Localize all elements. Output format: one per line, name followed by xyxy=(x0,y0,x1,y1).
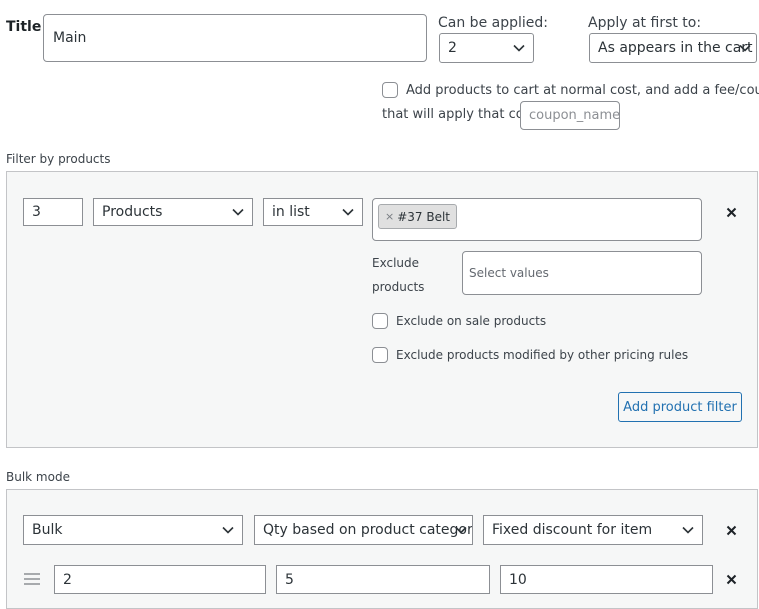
filter-method-select[interactable]: in list xyxy=(263,198,363,226)
chevron-down-icon xyxy=(222,526,234,534)
remove-filter-close-icon[interactable] xyxy=(726,207,737,218)
range-to-input[interactable]: 5 xyxy=(276,565,490,594)
title-label: Title xyxy=(6,19,42,35)
can-be-applied-value: 2 xyxy=(448,40,457,56)
chevron-down-icon xyxy=(739,44,751,52)
tag-label: #37 Belt xyxy=(397,209,451,224)
bulk-mode-value: Bulk xyxy=(32,522,63,538)
filter-products-heading: Filter by products xyxy=(6,152,111,166)
can-be-applied-label: Can be applied: xyxy=(438,15,548,31)
range-from-input[interactable]: 2 xyxy=(54,565,266,594)
qty-based-value: Qty based on product categor xyxy=(263,522,473,538)
filter-qty-input[interactable]: 3 xyxy=(23,198,83,226)
apply-first-select[interactable]: As appears in the cart xyxy=(589,33,757,63)
exclude-on-sale-checkbox[interactable] xyxy=(372,313,388,329)
normal-cost-checkbox[interactable] xyxy=(382,82,398,98)
coupon-name-placeholder: coupon_name xyxy=(529,108,620,123)
normal-cost-label-line1: Add products to cart at normal cost, and… xyxy=(406,83,759,98)
bulk-mode-select[interactable]: Bulk xyxy=(23,515,243,545)
exclude-products-placeholder: Select values xyxy=(469,266,549,280)
filter-type-value: Products xyxy=(102,204,163,220)
exclude-on-sale-label: Exclude on sale products xyxy=(396,314,547,328)
add-product-filter-label: Add product filter xyxy=(623,399,737,415)
product-multiselect[interactable]: × #37 Belt xyxy=(372,198,702,241)
chevron-down-icon xyxy=(682,526,694,534)
coupon-name-input[interactable]: coupon_name xyxy=(520,101,620,130)
chevron-down-icon xyxy=(232,208,244,216)
discount-type-select[interactable]: Fixed discount for item xyxy=(483,515,703,545)
add-product-filter-button[interactable]: Add product filter xyxy=(618,392,742,422)
chevron-down-icon xyxy=(455,526,467,534)
filter-method-value: in list xyxy=(272,204,310,220)
remove-bulk-close-icon[interactable] xyxy=(726,525,737,536)
drag-handle-icon[interactable] xyxy=(24,573,40,585)
exclude-products-label-2: products xyxy=(372,280,425,294)
exclude-modified-label: Exclude products modified by other prici… xyxy=(396,348,689,362)
title-input[interactable]: Main xyxy=(43,14,427,62)
product-tag[interactable]: × #37 Belt xyxy=(378,204,458,229)
discount-type-value: Fixed discount for item xyxy=(492,522,653,538)
filter-type-select[interactable]: Products xyxy=(93,198,253,226)
exclude-products-label-1: Exclude xyxy=(372,256,420,270)
chevron-down-icon xyxy=(342,208,354,216)
exclude-modified-checkbox[interactable] xyxy=(372,347,388,363)
exclude-products-input[interactable]: Select values xyxy=(462,251,702,295)
apply-first-label: Apply at first to: xyxy=(588,15,702,31)
range-value-input[interactable]: 10 xyxy=(500,565,713,594)
can-be-applied-select[interactable]: 2 xyxy=(439,33,534,63)
chevron-down-icon xyxy=(513,44,525,52)
tag-remove-icon[interactable]: × xyxy=(385,210,394,223)
remove-range-close-icon[interactable] xyxy=(726,574,737,585)
bulk-mode-heading: Bulk mode xyxy=(6,470,70,484)
qty-based-select[interactable]: Qty based on product categor xyxy=(254,515,473,545)
normal-cost-label-line2: that will apply that cost xyxy=(382,107,536,122)
apply-first-value: As appears in the cart xyxy=(598,40,753,56)
